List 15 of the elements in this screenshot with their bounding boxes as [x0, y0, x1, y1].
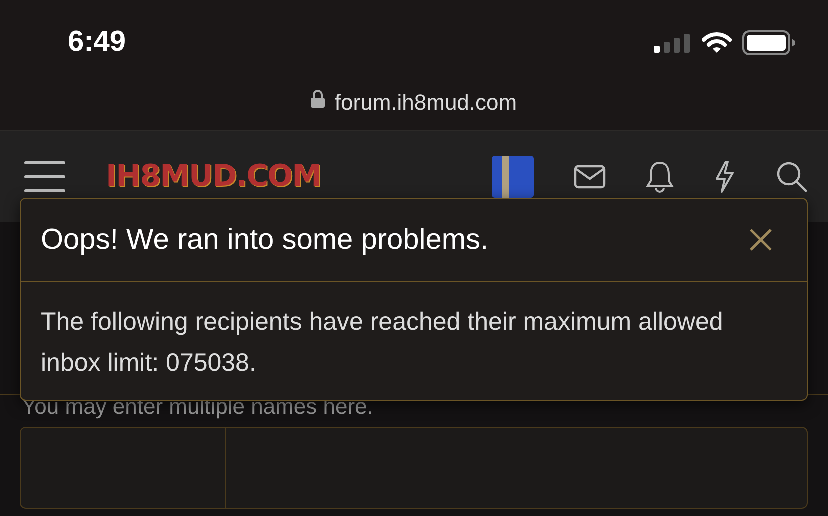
bell-icon[interactable] [646, 160, 674, 192]
lock-icon [310, 90, 325, 108]
mail-icon[interactable] [574, 164, 606, 188]
search-icon[interactable] [776, 160, 808, 192]
lightning-icon[interactable] [714, 160, 736, 194]
battery-icon [742, 30, 796, 56]
clock-time: 6:49 [68, 26, 126, 59]
close-icon[interactable] [749, 228, 773, 252]
avatar-icon[interactable] [492, 156, 534, 198]
dialog-title: Oops! We ran into some problems. [41, 224, 489, 256]
url-text[interactable]: forum.ih8mud.com [334, 90, 518, 116]
signal-icon [654, 32, 692, 52]
wifi-icon [702, 32, 732, 54]
dialog-message: The following recipients have reached their maximum allowed inbox limit: 075038. [41, 307, 724, 379]
menu-icon[interactable] [24, 160, 66, 194]
